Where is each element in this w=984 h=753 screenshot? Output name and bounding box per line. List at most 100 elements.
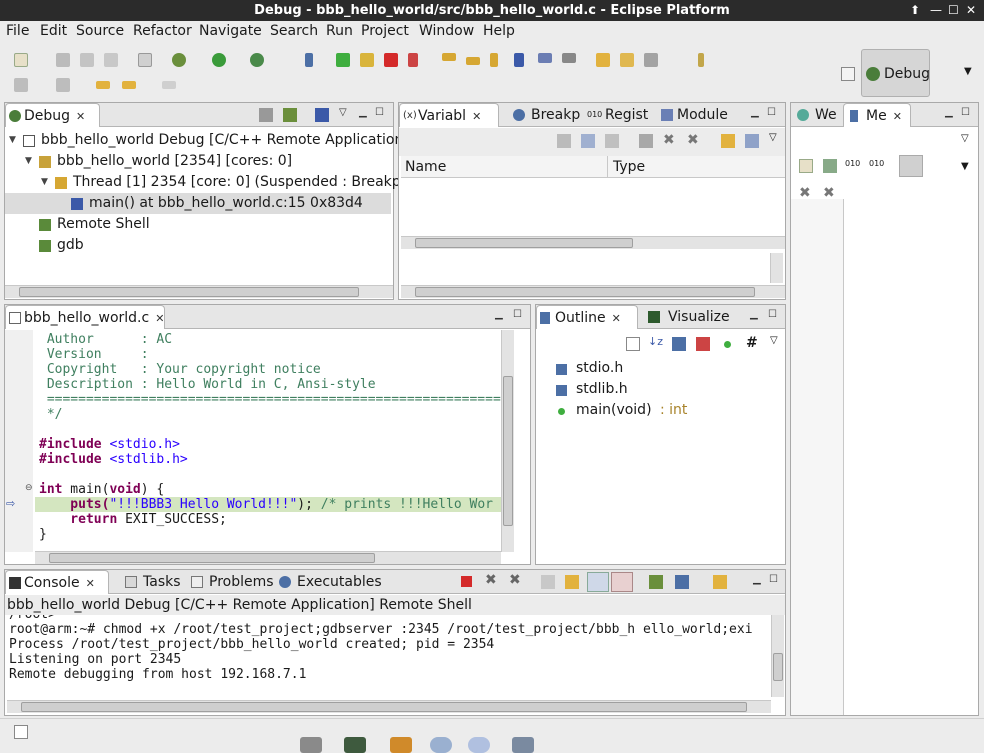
menu-file[interactable]: File <box>6 23 29 39</box>
code-area[interactable]: Author : AC Version : Copyright : Your c… <box>35 330 501 552</box>
debug-tree-item[interactable]: Remote Shell <box>5 214 391 235</box>
scroll-thumb[interactable] <box>415 287 755 297</box>
tab-console[interactable]: Console ✕ <box>5 570 109 594</box>
menu-search[interactable]: Search <box>270 23 318 39</box>
open-console-icon[interactable] <box>713 575 727 589</box>
tab-executables[interactable]: Executables <box>275 570 382 594</box>
terminate-icon[interactable] <box>382 51 400 69</box>
view-menu-icon[interactable]: ▽ <box>961 133 969 144</box>
tab-variables[interactable]: (x) Variabl ✕ <box>399 103 499 127</box>
toggle-split-icon[interactable] <box>899 155 923 177</box>
show-on-stderr-icon[interactable] <box>611 572 633 592</box>
tab-tasks[interactable]: Tasks <box>121 570 183 594</box>
connect-icon[interactable] <box>283 108 297 122</box>
tab-modules[interactable]: Module <box>655 103 729 127</box>
drop-to-frame-icon[interactable] <box>536 51 554 69</box>
view-menu-icon[interactable]: ▽ <box>770 335 778 346</box>
maximize-icon[interactable]: ☐ <box>375 107 384 118</box>
instruction-step-icon[interactable] <box>512 51 530 69</box>
maximize-icon[interactable]: ☐ <box>768 309 777 320</box>
expand-arrow-icon[interactable]: ▼ <box>9 130 16 151</box>
collapse-icon[interactable] <box>557 134 571 148</box>
hide-macros-icon[interactable]: # <box>746 335 758 351</box>
menu-edit[interactable]: Edit <box>40 23 67 39</box>
maximize-icon[interactable]: ☐ <box>769 574 778 585</box>
hide-static-icon[interactable] <box>696 337 710 351</box>
current-line[interactable]: puts("!!!BBB3 Hello World!!!"); /* print… <box>35 497 501 512</box>
next-annotation-icon[interactable] <box>12 76 30 94</box>
prev-annotation-icon[interactable] <box>54 76 72 94</box>
tab-problems[interactable]: Problems <box>187 570 274 594</box>
step-return-icon[interactable] <box>488 51 506 69</box>
window-close-button[interactable]: ✕ <box>966 0 976 21</box>
menu-refactor[interactable]: Refactor <box>133 23 192 39</box>
debug-tree-item[interactable]: main() at bbb_hello_world.c:15 0x83d4 <box>5 193 391 214</box>
back-icon[interactable] <box>120 76 138 94</box>
run-external-icon[interactable] <box>248 51 266 69</box>
export-icon[interactable] <box>745 134 759 148</box>
window-shade-button[interactable]: ⬆ <box>910 0 920 21</box>
ascii-icon[interactable]: 010 <box>869 159 884 168</box>
column-type[interactable]: Type <box>613 159 645 175</box>
step-over-icon[interactable] <box>464 51 482 69</box>
code-line[interactable]: Copyright : Your copyright notice <box>39 362 501 377</box>
build-icon[interactable] <box>136 51 154 69</box>
select-all-icon[interactable] <box>639 134 653 148</box>
maximize-icon[interactable]: ☐ <box>961 107 970 118</box>
new-monitor-icon[interactable] <box>799 159 813 173</box>
expand-arrow-icon[interactable]: ▼ <box>25 151 32 172</box>
close-icon[interactable]: ✕ <box>612 312 621 325</box>
details-hscroll[interactable] <box>401 285 785 298</box>
suspend-icon[interactable] <box>358 51 376 69</box>
view-menu-icon[interactable]: ▽ <box>339 107 347 118</box>
debug-tree-item[interactable]: ▼ Thread [1] 2354 [core: 0] (Suspended : … <box>5 172 422 193</box>
minimize-icon[interactable]: ▁ <box>495 309 503 320</box>
open-perspective-icon[interactable] <box>838 64 858 84</box>
disconnect-icon[interactable] <box>406 51 424 69</box>
debug-tree-item[interactable]: ▼ bbb_hello_world Debug [C/C++ Remote App… <box>5 130 409 151</box>
debug-tree-item[interactable]: ▼ bbb_hello_world [2354] [cores: 0] <box>5 151 391 172</box>
pen-icon[interactable] <box>692 51 710 69</box>
editor-vscroll[interactable] <box>501 330 514 552</box>
menu-window[interactable]: Window <box>419 23 474 39</box>
new-icon[interactable] <box>12 51 30 69</box>
scroll-thumb[interactable] <box>19 287 359 297</box>
step-mode-icon[interactable] <box>315 108 329 122</box>
menu-run[interactable]: Run <box>326 23 353 39</box>
details-vscroll[interactable] <box>770 253 783 283</box>
remove-terminated-icon[interactable] <box>259 108 273 122</box>
debug-run-icon[interactable] <box>170 51 188 69</box>
scroll-lock-icon[interactable] <box>565 575 579 589</box>
tab-memory[interactable]: Me ✕ <box>843 103 911 127</box>
tab-web[interactable]: We <box>793 103 841 127</box>
code-line[interactable]: return EXIT_SUCCESS; <box>39 512 501 527</box>
scroll-thumb[interactable] <box>21 702 747 712</box>
scroll-thumb[interactable] <box>415 238 633 248</box>
last-edit-icon[interactable] <box>94 76 112 94</box>
outline-item[interactable]: main(void) : int <box>536 400 785 421</box>
print-icon[interactable] <box>102 51 120 69</box>
clear-console-icon[interactable] <box>541 575 555 589</box>
forward-icon[interactable] <box>160 76 178 94</box>
console-hscroll[interactable] <box>7 700 771 713</box>
tab-registers[interactable]: 010 Regist <box>583 103 653 127</box>
add-expression-icon[interactable] <box>581 134 595 148</box>
console-vscroll[interactable] <box>771 615 784 697</box>
maximize-icon[interactable]: ☐ <box>767 107 776 118</box>
code-line[interactable]: #include <stdio.h> <box>39 437 501 452</box>
close-icon[interactable]: ✕ <box>472 110 481 123</box>
hide-non-public-icon[interactable] <box>724 341 731 348</box>
menu-navigate[interactable]: Navigate <box>199 23 262 39</box>
save-icon[interactable] <box>54 51 72 69</box>
save-all-icon[interactable] <box>78 51 96 69</box>
minimize-icon[interactable]: ▁ <box>753 574 761 585</box>
code-line[interactable]: Author : AC <box>39 332 501 347</box>
close-icon[interactable]: ✕ <box>155 312 164 325</box>
window-minimize-button[interactable]: — <box>930 0 942 21</box>
menu-source[interactable]: Source <box>76 23 124 39</box>
show-columns-icon[interactable] <box>605 134 619 148</box>
close-icon[interactable]: ✕ <box>86 577 95 590</box>
debug-tree-item[interactable]: gdb <box>5 235 391 256</box>
debug-hscroll[interactable] <box>5 285 393 298</box>
resume-icon[interactable] <box>334 51 352 69</box>
